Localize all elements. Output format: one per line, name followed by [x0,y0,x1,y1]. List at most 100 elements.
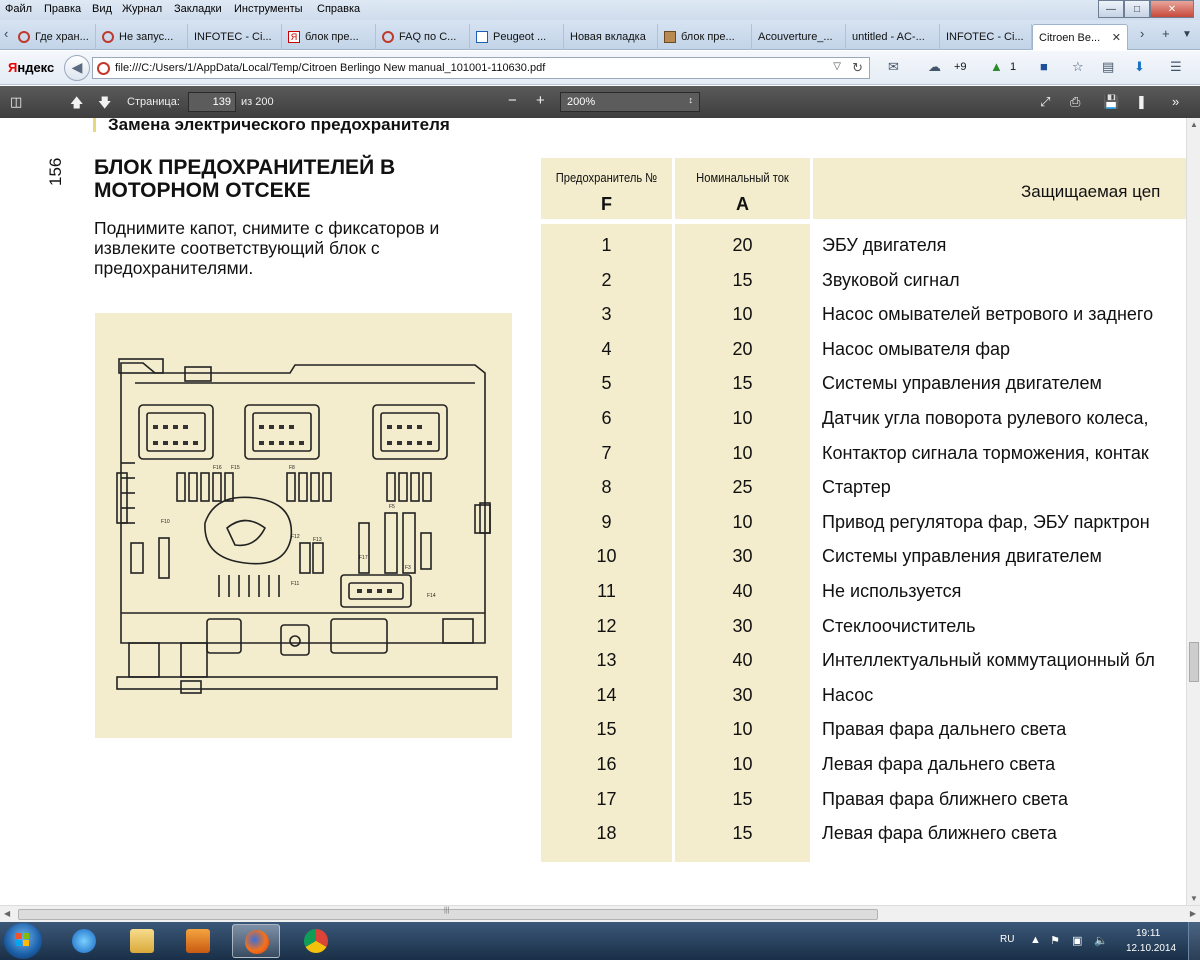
menu-view[interactable]: Вид [92,3,112,15]
header-current: Номинальный ток [696,170,789,185]
tab-active[interactable]: Citroen Be... ✕ [1032,24,1128,50]
yandex-logo[interactable]: Яндекс [8,60,54,75]
reload-icon[interactable]: ↻ [852,60,863,76]
table-row: 14 30 Насос [541,679,1186,713]
circuit-cell: Датчик угла поворота рулевого колеса, [822,408,1149,428]
scroll-thumb[interactable] [1189,642,1199,682]
fuse-number-cell: 7 [601,442,612,463]
fuse-number-cell: 12 [596,615,617,636]
pdf-toolbar: ◫ 🡅 🡇 Страница: 139 из 200 − + 200% ↕ ⤢ … [0,86,1200,118]
menu-bookmarks[interactable]: Закладки [174,3,222,15]
tab-list-icon[interactable]: ▼ [1182,29,1192,40]
menu-file[interactable]: Файл [5,3,32,15]
folder-icon [130,929,154,953]
next-page-icon[interactable]: 🡇 [98,94,111,116]
menu-history[interactable]: Журнал [122,3,162,15]
show-desktop-button[interactable] [1188,922,1200,960]
history-dropdown-icon[interactable]: ▽ [833,61,841,72]
notification-count[interactable]: 1 [1010,61,1016,73]
tab-1[interactable]: Где хран... [12,24,96,50]
table-row: 1 20 ЭБУ двигателя [541,229,1186,263]
zoom-select[interactable]: 200% ↕ [560,92,700,112]
close-tab-icon[interactable]: ✕ [1112,31,1121,44]
action-center-flag-icon[interactable]: ⚑ [1050,934,1060,947]
tab-2[interactable]: Не запус... [96,24,188,50]
header-divider [541,219,1186,224]
maximize-button[interactable]: □ [1124,0,1150,18]
current-cell: 10 [732,304,753,325]
menu-icon[interactable]: ☰ [1170,59,1182,75]
tab-3[interactable]: INFOTEC - Ci... [188,24,282,50]
save-icon[interactable]: 💾 [1103,94,1119,110]
zoom-out-icon[interactable]: − [508,92,517,109]
table-row: 8 25 Стартер [541,471,1186,505]
tab-10[interactable]: untitled - AC-... [846,24,940,50]
bookmark-icon[interactable]: ❚ [1136,94,1147,110]
close-window-button[interactable]: ✕ [1150,0,1194,18]
clock-time[interactable]: 19:11 [1136,928,1160,939]
start-button[interactable] [4,923,42,959]
menu-edit[interactable]: Правка [44,3,81,15]
volume-icon[interactable]: 🔈 [1094,934,1108,947]
scroll-up-icon[interactable]: ▲ [1190,120,1198,129]
tab-11[interactable]: INFOTEC - Ci... [940,24,1032,50]
weather-icon[interactable]: ☁ [928,59,941,75]
sidebar-toggle-icon[interactable]: ◫ [10,94,22,110]
url-text: file:///C:/Users/1/AppData/Local/Temp/Ci… [115,62,546,74]
menu-tools[interactable]: Инструменты [234,3,303,15]
new-tab-icon[interactable]: + [1162,26,1170,41]
download-icon[interactable]: ⬇ [1134,59,1145,75]
tab-4[interactable]: Я блок пре... [282,24,376,50]
current-cell: 20 [732,235,753,255]
current-cell: 25 [732,477,753,498]
clock-date[interactable]: 12.10.2014 [1126,943,1176,954]
table-row: 2 15 Звуковой сигнал [541,264,1186,298]
tab-label: Не запус... [119,31,174,43]
mail-icon[interactable]: ✉ [888,59,899,75]
tab-5[interactable]: FAQ по С... [376,24,470,50]
tray-expand-icon[interactable]: ▲ [1030,934,1041,946]
url-input[interactable]: file:///C:/Users/1/AppData/Local/Temp/Ci… [92,57,870,79]
document-viewport[interactable]: Замена электрического предохранителя 156… [0,118,1186,905]
notifications-icon[interactable]: ▲ [990,59,1003,74]
tab-label: FAQ по С... [399,31,457,43]
previous-page-icon[interactable]: 🡅 [70,94,83,116]
scroll-right-icon[interactable]: ▶ [1190,909,1196,918]
weather-temp[interactable]: +9 [954,61,967,73]
tab-6[interactable]: Peugeot ... [470,24,564,50]
bookmark-star-icon[interactable]: ☆ [1072,59,1084,75]
scroll-left-icon[interactable]: ◀ [4,909,10,918]
print-icon[interactable]: ⎙ [1070,94,1080,110]
tab-scroll-left-icon[interactable]: ‹ [4,26,8,41]
taskbar-media-player[interactable] [174,924,222,958]
tab-8[interactable]: блок пре... [658,24,752,50]
taskbar-chrome[interactable] [292,924,340,958]
back-button[interactable]: ◀ [64,55,90,81]
tab-scroll-right-icon[interactable]: › [1140,26,1144,41]
horizontal-scrollbar[interactable]: ◀ ||| ▶ [0,905,1200,922]
page-number-input[interactable]: 139 [188,92,236,112]
fuse-number-cell: 6 [601,408,612,428]
scroll-down-icon[interactable]: ▼ [1190,894,1198,903]
header-fuse-number: Предохранитель № [555,170,658,185]
vertical-scrollbar[interactable]: ▲ ▼ [1186,118,1200,905]
taskbar-file-explorer[interactable] [118,924,166,958]
reading-list-icon[interactable]: ▤ [1102,59,1114,75]
taskbar-firefox[interactable] [232,924,280,958]
zoom-in-icon[interactable]: + [536,92,545,109]
network-icon[interactable]: ▣ [1072,934,1082,947]
taskbar-internet-explorer[interactable] [60,924,108,958]
fuse-number-cell: 3 [601,304,612,325]
firefox-icon [245,930,269,954]
tab-9[interactable]: Acouverture_... [752,24,846,50]
table-row: 13 40 Интеллектуальный коммутационный бл [541,644,1186,678]
current-cell: 40 [732,650,753,671]
tools-menu-icon[interactable]: » [1172,94,1179,109]
language-indicator[interactable]: RU [1000,934,1014,945]
diagram-label: F5 [389,504,395,510]
minimize-button[interactable]: — [1098,0,1124,18]
fullscreen-icon[interactable]: ⤢ [1040,94,1050,110]
tab-7[interactable]: Новая вкладка [564,24,658,50]
extension-icon[interactable]: ■ [1040,59,1048,74]
menu-help[interactable]: Справка [317,3,360,15]
